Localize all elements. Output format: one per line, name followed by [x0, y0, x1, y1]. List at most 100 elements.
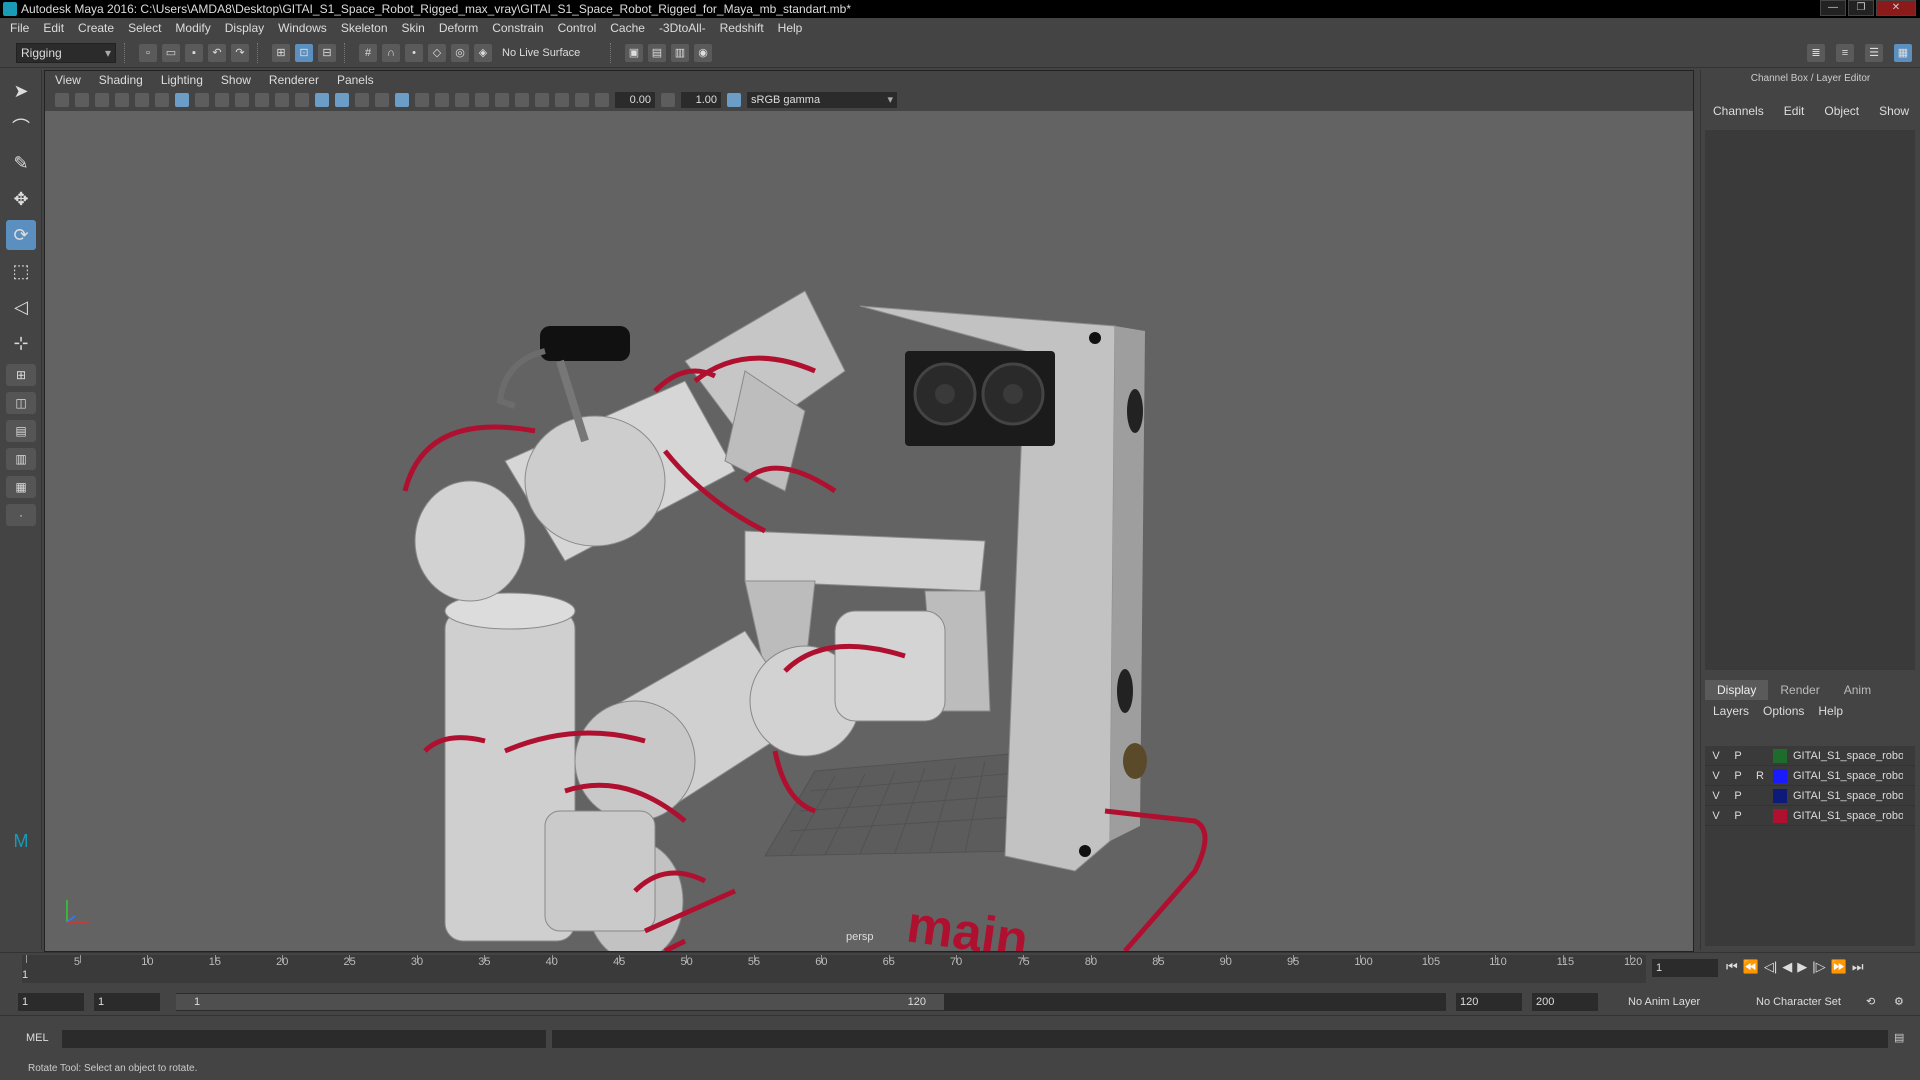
menu-cache[interactable]: Cache: [610, 21, 645, 35]
2d-pan-icon[interactable]: [135, 93, 149, 107]
isolate-select-icon[interactable]: [515, 93, 529, 107]
tab-anim[interactable]: Anim: [1832, 680, 1883, 700]
live-surface-label[interactable]: No Live Surface: [502, 47, 602, 59]
camera-select-icon[interactable]: [55, 93, 69, 107]
film-gate-icon[interactable]: [195, 93, 209, 107]
layer-color-swatch[interactable]: [1773, 808, 1787, 823]
paint-select-tool-icon[interactable]: ✎: [6, 148, 36, 178]
maximize-button[interactable]: ❐: [1848, 0, 1874, 16]
layer-visibility-toggle[interactable]: V: [1705, 770, 1727, 782]
layout-graph-icon[interactable]: ▥: [6, 448, 36, 470]
range-slider[interactable]: 1 120: [176, 993, 1446, 1011]
backface-culling-icon[interactable]: [575, 93, 589, 107]
range-slider-thumb[interactable]: 1 120: [176, 994, 944, 1010]
xray-joints-icon[interactable]: [555, 93, 569, 107]
grid-icon[interactable]: [175, 93, 189, 107]
wireframe-icon[interactable]: [315, 93, 329, 107]
time-slider-track[interactable]: 5 10 15 20 25 30 35 40 45 50 55 60 65 70 75 80 85 90 95 100…: [22, 955, 1646, 983]
options-menu[interactable]: Options: [1763, 704, 1804, 718]
menu-display[interactable]: Display: [225, 21, 264, 35]
layer-playback-toggle[interactable]: P: [1727, 790, 1749, 802]
snap-live-icon[interactable]: ◎: [451, 43, 469, 62]
menu-skeleton[interactable]: Skeleton: [341, 21, 388, 35]
viewport-menu-lighting[interactable]: Lighting: [161, 73, 203, 87]
tab-render[interactable]: Render: [1768, 680, 1831, 700]
ambient-occlusion-icon[interactable]: [435, 93, 449, 107]
layout-four-view-icon[interactable]: ⊞: [6, 364, 36, 386]
channel-box-body[interactable]: [1705, 130, 1915, 670]
rotate-tool-icon[interactable]: ⟳: [6, 220, 36, 250]
viewport-menu-panels[interactable]: Panels: [337, 73, 374, 87]
outliner-icon[interactable]: ☰: [1865, 44, 1883, 62]
open-scene-icon[interactable]: ▭: [162, 43, 180, 62]
layer-row[interactable]: V P R GITAI_S1_space_robot_: [1705, 766, 1915, 786]
auto-key-icon[interactable]: ⟲: [1862, 993, 1875, 1011]
minimize-button[interactable]: —: [1820, 0, 1846, 16]
menu-redshift[interactable]: Redshift: [720, 21, 764, 35]
menu-create[interactable]: Create: [78, 21, 114, 35]
color-management-icon[interactable]: [727, 93, 741, 107]
layer-playback-toggle[interactable]: P: [1727, 750, 1749, 762]
camera-attributes-icon[interactable]: [75, 93, 89, 107]
exposure-icon[interactable]: [595, 93, 609, 107]
layer-playback-toggle[interactable]: P: [1727, 810, 1749, 822]
snap-curve-icon[interactable]: ∩: [382, 43, 400, 62]
menu-edit[interactable]: Edit: [43, 21, 64, 35]
last-tool-icon[interactable]: ◁: [6, 292, 36, 322]
layer-reference-toggle[interactable]: R: [1749, 770, 1771, 782]
playback-end-field[interactable]: 120: [1456, 993, 1522, 1011]
menu-modify[interactable]: Modify: [175, 21, 210, 35]
viewport-menu-view[interactable]: View: [55, 73, 81, 87]
attribute-editor-icon[interactable]: ≣: [1807, 44, 1825, 62]
move-tool-icon[interactable]: ✥: [6, 184, 36, 214]
menu-deform[interactable]: Deform: [439, 21, 478, 35]
snap-view-icon[interactable]: ◇: [428, 43, 446, 62]
step-back-frame-icon[interactable]: ◁|: [1764, 959, 1777, 975]
layer-row[interactable]: V P GITAI_S1_space_robot_: [1705, 746, 1915, 766]
use-all-lights-icon[interactable]: [395, 93, 409, 107]
animation-preferences-icon[interactable]: ⚙: [1890, 993, 1904, 1011]
select-object-icon[interactable]: ⊡: [295, 43, 313, 62]
select-component-icon[interactable]: ⊟: [318, 43, 336, 62]
image-plane-icon[interactable]: [115, 93, 129, 107]
close-button[interactable]: ✕: [1876, 0, 1916, 16]
gamma-field[interactable]: 1.00: [681, 92, 721, 108]
layer-visibility-toggle[interactable]: V: [1705, 750, 1727, 762]
depth-of-field-icon[interactable]: [495, 93, 509, 107]
snap-point-icon[interactable]: •: [405, 43, 423, 62]
anti-aliasing-icon[interactable]: [475, 93, 489, 107]
step-back-key-icon[interactable]: ⏪: [1743, 959, 1759, 975]
safe-title-icon[interactable]: [295, 93, 309, 107]
viewport-menu-renderer[interactable]: Renderer: [269, 73, 319, 87]
character-set-dropdown[interactable]: No Character Set: [1752, 993, 1870, 1011]
layer-color-swatch[interactable]: [1773, 788, 1787, 803]
go-to-start-icon[interactable]: ⏮: [1726, 959, 1738, 975]
edit-menu[interactable]: Edit: [1784, 104, 1805, 118]
gamma-icon[interactable]: [661, 93, 675, 107]
animation-start-field[interactable]: 1: [18, 993, 84, 1011]
play-forwards-icon[interactable]: ▶: [1797, 959, 1807, 975]
layer-row[interactable]: V P GITAI_S1_space_robot_: [1705, 806, 1915, 826]
new-scene-icon[interactable]: ▫: [139, 43, 157, 62]
render-settings-icon[interactable]: ▥: [671, 43, 689, 62]
redo-icon[interactable]: ↷: [231, 43, 249, 62]
menu-help[interactable]: Help: [778, 21, 803, 35]
select-tool-icon[interactable]: ➤: [6, 76, 36, 106]
undo-icon[interactable]: ↶: [208, 43, 226, 62]
scale-tool-icon[interactable]: ⬚: [6, 256, 36, 286]
command-input[interactable]: [62, 1030, 546, 1048]
hypershade-icon[interactable]: ◉: [694, 43, 712, 62]
layers-menu[interactable]: Layers: [1713, 704, 1749, 718]
menu-3dtoall[interactable]: -3DtoAll-: [659, 21, 706, 35]
bookmark-icon[interactable]: [95, 93, 109, 107]
viewport-menu-show[interactable]: Show: [221, 73, 251, 87]
layout-hypershade-icon[interactable]: ▦: [6, 476, 36, 498]
animation-end-field[interactable]: 200: [1532, 993, 1598, 1011]
layer-color-swatch[interactable]: [1773, 748, 1787, 763]
current-frame-field[interactable]: 1: [1652, 959, 1718, 977]
layout-two-view-icon[interactable]: ◫: [6, 392, 36, 414]
menu-set-dropdown[interactable]: Rigging: [16, 42, 116, 63]
layer-row[interactable]: V P GITAI_S1_space_robot_: [1705, 786, 1915, 806]
shadows-icon[interactable]: [415, 93, 429, 107]
menu-file[interactable]: File: [10, 21, 29, 35]
